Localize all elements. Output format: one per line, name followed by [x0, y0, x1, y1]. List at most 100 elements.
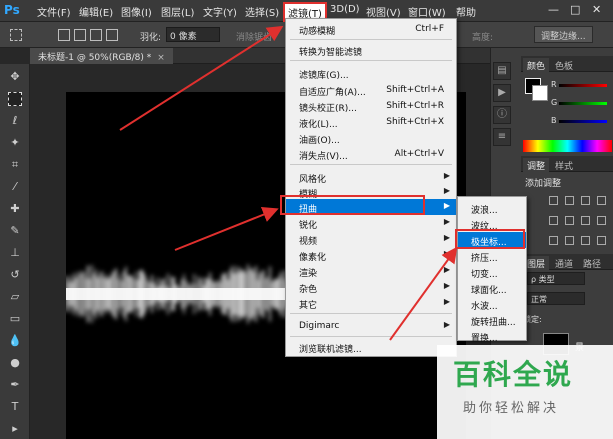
curves-icon[interactable] [581, 196, 590, 205]
add-selection-icon[interactable] [74, 29, 86, 41]
path-selection-tool-icon[interactable]: ▸ [8, 422, 22, 436]
vibrance-icon[interactable] [549, 216, 558, 225]
levels-icon[interactable] [565, 196, 574, 205]
tab-channels[interactable]: 通道 [551, 256, 577, 271]
minimize-icon[interactable]: — [548, 3, 559, 16]
document-tab[interactable]: 未标题-1 @ 50%(RGB/8) * × [30, 48, 173, 64]
antialias-checkbox[interactable]: 消除锯齿 [236, 30, 272, 43]
marquee-preset-icon[interactable] [10, 29, 22, 41]
color-balance-icon[interactable] [581, 216, 590, 225]
menu-layer[interactable]: 图层(L) [161, 4, 194, 19]
maximize-icon[interactable]: □ [570, 3, 580, 16]
menu-view[interactable]: 视图(V) [366, 4, 401, 19]
submenu-item-displace[interactable]: 置换... [458, 328, 526, 344]
crop-tool-icon[interactable]: ⌗ [8, 158, 22, 172]
menu-item-sharpen[interactable]: 锐化 ▶ [286, 215, 456, 231]
submenu-item-shear[interactable]: 切变... [458, 264, 526, 280]
tab-swatches[interactable]: 色板 [551, 58, 577, 73]
menu-item-vanishing-point[interactable]: 消失点(V)... Alt+Ctrl+V [286, 146, 456, 162]
distort-submenu: 波浪... 波纹... 极坐标... 挤压... 切变... 球面化... 水波… [457, 196, 527, 344]
menu-item-motion-blur[interactable]: 动感模糊 Ctrl+F [286, 21, 456, 37]
refine-edge-button[interactable]: 调整边缘... [534, 26, 593, 43]
eyedropper-tool-icon[interactable]: ⁄ [8, 180, 22, 194]
menu-item-browse-online-filters[interactable]: 浏览联机滤镜... [286, 339, 456, 355]
background-color-swatch[interactable] [532, 85, 548, 101]
color-spectrum[interactable] [523, 140, 612, 152]
feather-input[interactable]: 0 像素 [166, 27, 220, 42]
menu-item-oil-paint[interactable]: 油画(O)... [286, 130, 456, 146]
menu-item-convert-smart-filter[interactable]: 转换为智能滤镜 [286, 42, 456, 58]
eraser-tool-icon[interactable]: ▱ [8, 290, 22, 304]
red-slider[interactable]: R [551, 80, 611, 90]
submenu-item-wave[interactable]: 波浪... [458, 200, 526, 216]
menu-item-digimarc[interactable]: Digimarc ▶ [286, 318, 456, 334]
menu-image[interactable]: 图像(I) [121, 4, 152, 19]
pen-tool-icon[interactable]: ✒ [8, 378, 22, 392]
blur-tool-icon[interactable]: 💧 [8, 334, 22, 348]
marquee-tool-icon[interactable] [8, 92, 22, 106]
blue-slider[interactable]: B [551, 116, 611, 126]
watermark-subtitle: 助你轻松解决 [463, 401, 560, 416]
menu-select[interactable]: 选择(S) [245, 4, 279, 19]
hue-saturation-icon[interactable] [565, 216, 574, 225]
menu-item-stylize[interactable]: 风格化 ▶ [286, 169, 456, 185]
healing-brush-tool-icon[interactable]: ✚ [8, 202, 22, 216]
threshold-icon[interactable] [581, 236, 590, 245]
brightness-icon[interactable] [549, 196, 558, 205]
gradient-tool-icon[interactable]: ▭ [8, 312, 22, 326]
submenu-arrow-icon: ▶ [443, 171, 450, 180]
dodge-tool-icon[interactable]: ● [8, 356, 22, 370]
gradient-map-icon[interactable] [597, 236, 606, 245]
exposure-icon[interactable] [597, 196, 606, 205]
submenu-item-pinch[interactable]: 挤压... [458, 248, 526, 264]
type-tool-icon[interactable]: T [8, 400, 22, 414]
submenu-arrow-icon: ▶ [443, 297, 450, 306]
history-brush-tool-icon[interactable]: ↺ [8, 268, 22, 282]
magic-wand-tool-icon[interactable]: ✦ [8, 136, 22, 150]
invert-icon[interactable] [549, 236, 558, 245]
submenu-item-twirl[interactable]: 旋转扭曲... [458, 312, 526, 328]
menu-item-adaptive-wide-angle[interactable]: 自适应广角(A)... Shift+Ctrl+A [286, 82, 456, 98]
menu-item-lens-correction[interactable]: 镜头校正(R)... Shift+Ctrl+R [286, 98, 456, 114]
tab-color[interactable]: 颜色 [523, 58, 550, 73]
subtract-selection-icon[interactable] [90, 29, 102, 41]
properties-panel-icon[interactable]: ≡ [493, 128, 511, 146]
menu-item-video[interactable]: 视频 ▶ [286, 231, 456, 247]
new-selection-icon[interactable] [58, 29, 70, 41]
menu-separator [290, 336, 452, 337]
info-panel-icon[interactable]: ⓘ [493, 106, 511, 124]
layer-kind-filter[interactable]: ρ 类型 [527, 272, 585, 285]
close-window-icon[interactable]: ✕ [592, 3, 601, 16]
clone-stamp-tool-icon[interactable]: ⊥ [8, 246, 22, 260]
menu-type[interactable]: 文字(Y) [203, 4, 237, 19]
filter-menu: 动感模糊 Ctrl+F 转换为智能滤镜 滤镜库(G)... 自适应广角(A)...… [285, 18, 457, 357]
menu-item-liquify[interactable]: 液化(L)... Shift+Ctrl+X [286, 114, 456, 130]
submenu-item-spherize[interactable]: 球面化... [458, 280, 526, 296]
tab-paths[interactable]: 路径 [579, 256, 605, 271]
green-slider[interactable]: G [551, 98, 611, 108]
move-tool-icon[interactable]: ✥ [8, 70, 22, 84]
close-tab-icon[interactable]: × [157, 53, 165, 63]
intersect-selection-icon[interactable] [106, 29, 118, 41]
menu-edit[interactable]: 编辑(E) [79, 4, 113, 19]
menu-item-other[interactable]: 其它 ▶ [286, 295, 456, 311]
history-panel-icon[interactable]: ▤ [493, 62, 511, 80]
menu-item-pixelate[interactable]: 像素化 ▶ [286, 247, 456, 263]
tab-adjustments[interactable]: 调整 [523, 158, 550, 173]
menu-help[interactable]: 帮助 [456, 4, 476, 19]
menu-file[interactable]: 文件(F) [37, 4, 71, 19]
actions-panel-icon[interactable]: ▶ [493, 84, 511, 102]
blend-mode-select[interactable]: 正常 [527, 292, 585, 305]
menu-item-filter-gallery[interactable]: 滤镜库(G)... [286, 65, 456, 81]
menu-window[interactable]: 窗口(W) [408, 4, 446, 19]
menu-item-render[interactable]: 渲染 ▶ [286, 263, 456, 279]
document-title: 未标题-1 @ 50%(RGB/8) * [38, 53, 152, 63]
menu-3d[interactable]: 3D(D) [330, 4, 360, 15]
lasso-tool-icon[interactable]: ℓ [8, 114, 22, 128]
brush-tool-icon[interactable]: ✎ [8, 224, 22, 238]
submenu-item-zigzag[interactable]: 水波... [458, 296, 526, 312]
menu-item-noise[interactable]: 杂色 ▶ [286, 279, 456, 295]
posterize-icon[interactable] [565, 236, 574, 245]
black-white-icon[interactable] [597, 216, 606, 225]
tab-styles[interactable]: 样式 [551, 158, 577, 173]
